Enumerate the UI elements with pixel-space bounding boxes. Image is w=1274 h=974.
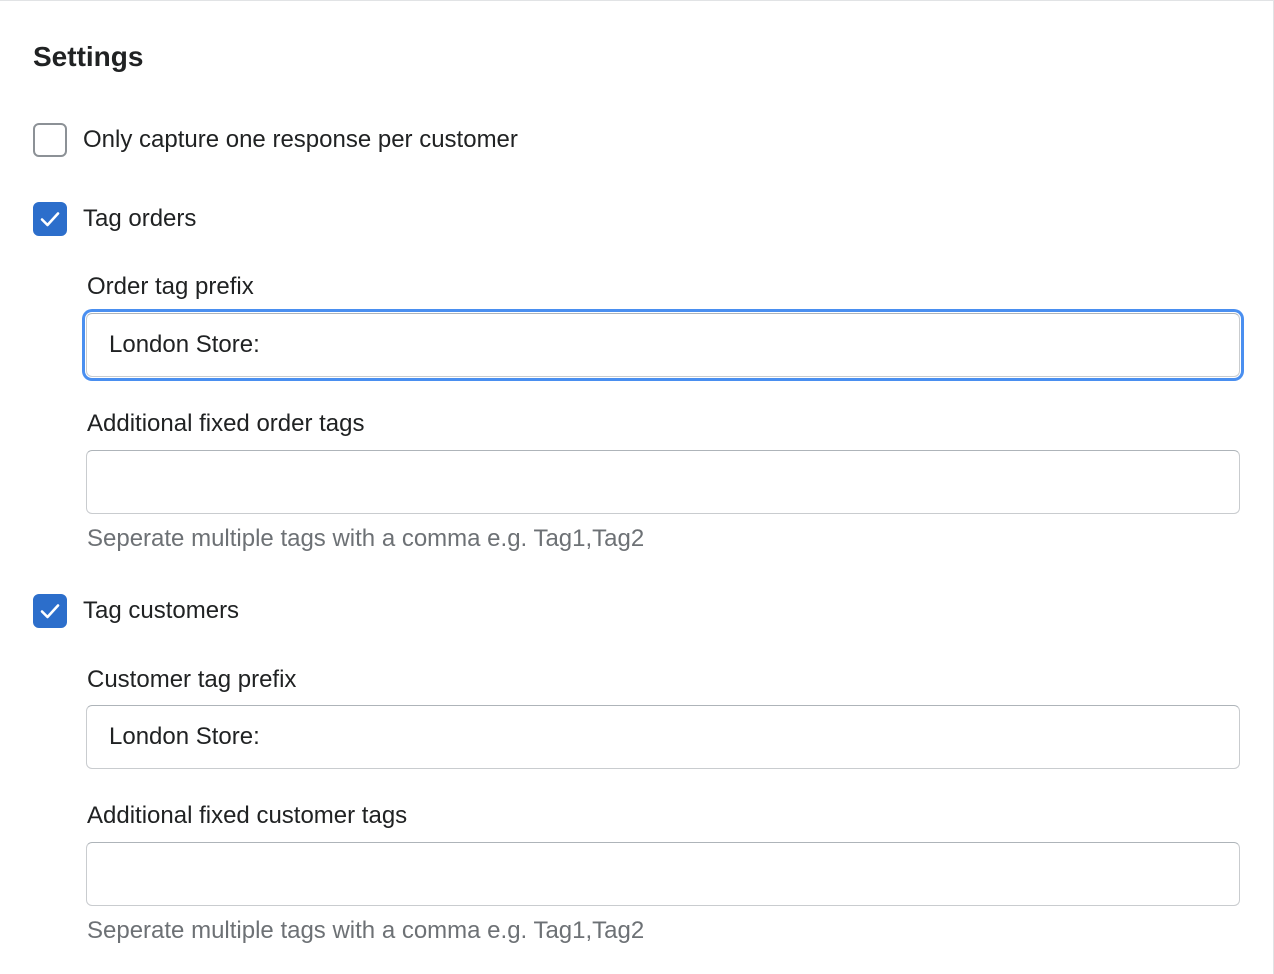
tag-orders-checkbox[interactable] (33, 202, 67, 236)
one-response-label[interactable]: Only capture one response per customer (83, 123, 518, 157)
order-tag-prefix-label: Order tag prefix (87, 273, 254, 300)
additional-customer-tags-label: Additional fixed customer tags (87, 802, 408, 829)
additional-customer-tags-input[interactable] (86, 842, 1240, 906)
additional-order-tags-label: Additional fixed order tags (87, 410, 365, 437)
additional-order-tags-input[interactable] (86, 450, 1240, 514)
order-tag-prefix-input[interactable] (86, 313, 1240, 377)
customer-tag-prefix-label: Customer tag prefix (87, 666, 297, 693)
one-response-checkbox[interactable] (33, 123, 67, 157)
page-title: Settings (33, 41, 144, 72)
checkmark-icon (40, 211, 60, 227)
settings-panel: Settings Only capture one response per c… (0, 0, 1274, 974)
checkmark-icon (40, 603, 60, 619)
tag-orders-option[interactable]: Tag orders (33, 202, 196, 236)
order-tags-help-text: Seperate multiple tags with a comma e.g.… (87, 525, 645, 552)
tag-customers-checkbox[interactable] (33, 594, 67, 628)
tag-customers-option[interactable]: Tag customers (33, 594, 239, 628)
customer-tag-prefix-input[interactable] (86, 705, 1240, 769)
tag-orders-label[interactable]: Tag orders (83, 202, 196, 236)
one-response-option[interactable]: Only capture one response per customer (33, 123, 518, 157)
customer-tags-help-text: Seperate multiple tags with a comma e.g.… (87, 917, 645, 944)
tag-customers-label[interactable]: Tag customers (83, 594, 239, 628)
